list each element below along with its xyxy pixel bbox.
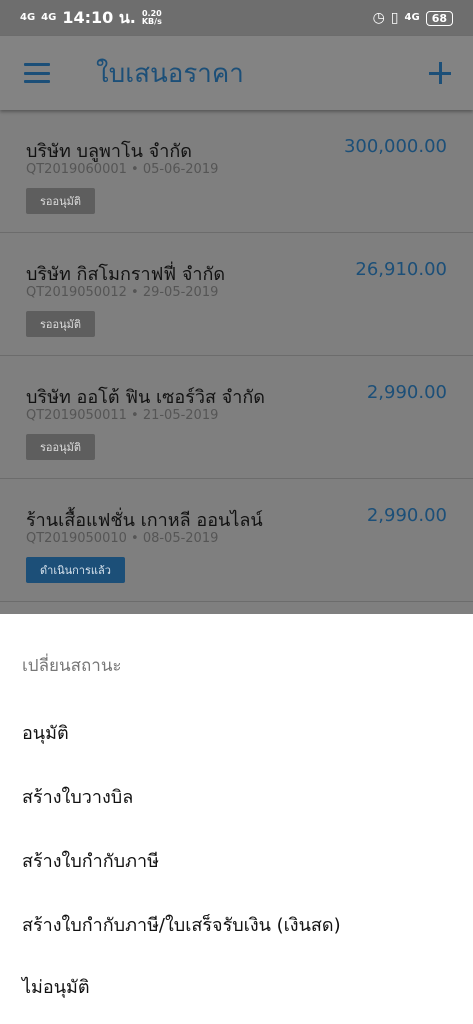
vibrate-icon: ▯: [390, 10, 399, 26]
alarm-icon: ◷: [372, 10, 385, 26]
status-badge: ดำเนินการแล้ว: [26, 557, 125, 583]
app-bar: ใบเสนอราคา: [0, 36, 473, 110]
option-create-tax-invoice-receipt[interactable]: สร้างใบกำกับภาษี/ใบเสร็จรับเงิน (เงินสด): [22, 910, 341, 939]
quote-meta: QT2019050012 • 29-05-2019: [26, 285, 219, 300]
page-title: ใบเสนอราคา: [96, 58, 244, 89]
quote-list: บริษัท บลูพาโน จำกัด 300,000.00 QT201906…: [0, 110, 473, 602]
sheet-title: เปลี่ยนสถานะ: [22, 656, 122, 676]
option-reject[interactable]: ไม่อนุมัติ: [22, 972, 90, 1001]
quote-list-item[interactable]: บริษัท กิสโมกราฟฟี่ จำกัด 26,910.00 QT20…: [0, 233, 473, 356]
quote-amount: 2,990.00: [366, 382, 447, 403]
clock: 14:10 น.: [62, 7, 136, 27]
quote-meta: QT2019050011 • 21-05-2019: [26, 408, 219, 423]
quote-list-item[interactable]: บริษัท บลูพาโน จำกัด 300,000.00 QT201906…: [0, 110, 473, 233]
add-quote-button[interactable]: [429, 62, 451, 84]
status-badge: รออนุมัติ: [26, 434, 96, 460]
option-approve[interactable]: อนุมัติ: [22, 718, 69, 747]
network-speed-unit: KB/s: [141, 17, 162, 26]
signal-icon-1: 4G: [20, 12, 36, 23]
hamburger-menu-icon[interactable]: [24, 63, 50, 83]
customer-name: บริษัท ออโต้ ฟิน เซอร์วิส จำกัด: [26, 387, 265, 408]
quote-amount: 300,000.00: [343, 136, 447, 157]
option-create-billing-note[interactable]: สร้างใบวางบิล: [22, 782, 133, 811]
status-badge: รออนุมัติ: [26, 311, 96, 337]
customer-name: ร้านเสื้อแฟชั่น เกาหลี ออนไลน์: [26, 510, 263, 531]
signal-icon-2: 4G: [41, 12, 57, 23]
customer-name: บริษัท บลูพาโน จำกัด: [26, 141, 192, 162]
quote-meta: QT2019050010 • 08-05-2019: [26, 531, 219, 546]
customer-name: บริษัท กิสโมกราฟฟี่ จำกัด: [26, 264, 226, 285]
network-speed: 0.20 KB/s: [142, 10, 162, 26]
quote-amount: 2,990.00: [366, 505, 447, 526]
quote-list-item[interactable]: ร้านเสื้อแฟชั่น เกาหลี ออนไลน์ 2,990.00 …: [0, 479, 473, 602]
network-type: 4G: [404, 12, 420, 23]
option-create-tax-invoice[interactable]: สร้างใบกำกับภาษี: [22, 846, 159, 875]
quote-list-item[interactable]: บริษัท ออโต้ ฟิน เซอร์วิส จำกัด 2,990.00…: [0, 356, 473, 479]
status-bar: 4G 4G 14:10 น. 0.20 KB/s ◷ ▯ 4G 68: [0, 0, 473, 36]
quote-meta: QT2019060001 • 05-06-2019: [26, 162, 219, 177]
status-badge: รออนุมัติ: [26, 188, 96, 214]
change-status-sheet: เปลี่ยนสถานะ อนุมัติ สร้างใบวางบิล สร้าง…: [0, 614, 473, 1024]
battery-icon: 68: [425, 10, 453, 26]
quote-amount: 26,910.00: [355, 259, 447, 280]
